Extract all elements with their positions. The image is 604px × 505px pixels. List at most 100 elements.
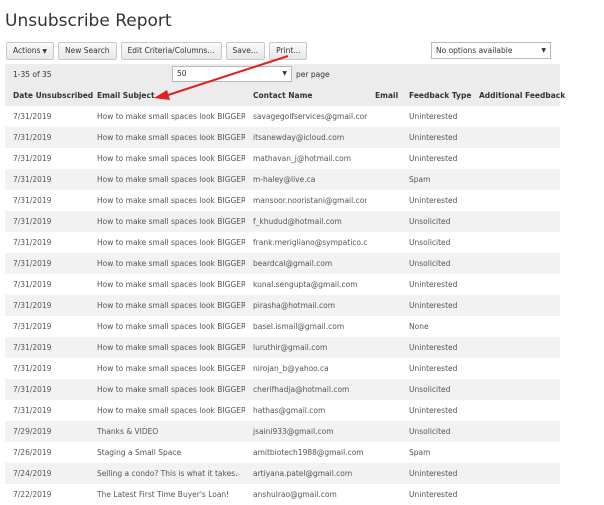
table-row[interactable]: 7/31/2019 How to make small spaces look B… (5, 274, 560, 295)
cell-additional-feedback (471, 274, 560, 295)
cell-feedback-type: Spam (401, 169, 471, 190)
print-button[interactable]: Print... (269, 42, 308, 60)
table-row[interactable]: 7/31/2019 How to make small spaces look B… (5, 106, 560, 127)
column-header-date-unsubscribed[interactable]: Date Unsubscribed (5, 85, 93, 106)
cell-additional-feedback (471, 211, 560, 232)
cell-feedback-type: Unsolicited (401, 211, 471, 232)
table-row[interactable]: 7/31/2019 How to make small spaces look B… (5, 148, 560, 169)
cell-contact-name: frank.merigliano@sympatico.ca (245, 232, 367, 253)
cell-date-unsubscribed: 7/31/2019 (5, 379, 89, 400)
cell-date-unsubscribed: 7/31/2019 (5, 295, 89, 316)
cell-date-unsubscribed: 7/22/2019 (5, 484, 89, 505)
cell-email (367, 358, 401, 379)
cell-contact-name: mansoor.nooristani@gmail.com (245, 190, 367, 211)
cell-email-subject: How to make small spaces look BIGGER! (89, 358, 245, 379)
page-size-select[interactable]: 50 ▼ (172, 66, 292, 82)
column-header-email-subject[interactable]: Email Subject (89, 85, 245, 106)
cell-email (367, 337, 401, 358)
table-row[interactable]: 7/24/2019 Selling a condo? This is what i… (5, 463, 560, 484)
table-row[interactable]: 7/26/2019 Staging a Small Space amitbiotec… (5, 442, 560, 463)
table-row[interactable]: 7/31/2019 How to make small spaces look B… (5, 358, 560, 379)
cell-feedback-type: Uninterested (401, 148, 471, 169)
cell-feedback-type: Unsolicited (401, 232, 471, 253)
cell-additional-feedback (471, 169, 560, 190)
table-row[interactable]: 7/31/2019 How to make small spaces look B… (5, 400, 560, 421)
page-title: Unsubscribe Report (5, 11, 172, 31)
options-select[interactable]: No options available ▼ (431, 42, 551, 59)
cell-date-unsubscribed: 7/31/2019 (5, 358, 89, 379)
table-row[interactable]: 7/31/2019 How to make small spaces look B… (5, 316, 560, 337)
cell-date-unsubscribed: 7/31/2019 (5, 211, 89, 232)
cell-email (367, 484, 401, 505)
table-row[interactable]: 7/31/2019 How to make small spaces look B… (5, 253, 560, 274)
cell-email-subject: Thanks & VIDEO (89, 421, 245, 442)
cell-email-subject: How to make small spaces look BIGGER! (89, 127, 245, 148)
cell-email (367, 316, 401, 337)
edit-criteria-button[interactable]: Edit Criteria/Columns... (120, 42, 222, 60)
cell-email-subject: How to make small spaces look BIGGER! (89, 316, 245, 337)
cell-email-subject: How to make small spaces look BIGGER! (89, 169, 245, 190)
cell-email (367, 106, 401, 127)
cell-additional-feedback (471, 127, 560, 148)
table-row[interactable]: 7/31/2019 How to make small spaces look B… (5, 295, 560, 316)
cell-date-unsubscribed: 7/29/2019 (5, 421, 89, 442)
cell-email-subject: The Latest First Time Buyer's Loan! (89, 484, 245, 505)
cell-email-subject: How to make small spaces look BIGGER! (89, 379, 245, 400)
cell-email (367, 421, 401, 442)
save-button[interactable]: Save... (225, 42, 266, 60)
cell-contact-name: jsaini933@gmail.com (245, 421, 367, 442)
table-row[interactable]: 7/31/2019 How to make small spaces look B… (5, 190, 560, 211)
cell-feedback-type: Unsolicited (401, 379, 471, 400)
pager-bar: 1-35 of 35 50 ▼ per page (5, 64, 560, 85)
cell-feedback-type: Uninterested (401, 400, 471, 421)
column-header-contact-name[interactable]: Contact Name (245, 85, 367, 106)
cell-email-subject: Staging a Small Space (89, 442, 245, 463)
cell-contact-name: itsanewday@icloud.com (245, 127, 367, 148)
table-row[interactable]: 7/31/2019 How to make small spaces look B… (5, 337, 560, 358)
cell-email (367, 211, 401, 232)
new-search-button[interactable]: New Search (58, 42, 117, 60)
cell-email (367, 379, 401, 400)
cell-additional-feedback (471, 421, 560, 442)
table-row[interactable]: 7/29/2019 Thanks & VIDEO jsaini933@gmail.c… (5, 421, 560, 442)
cell-contact-name: basel.ismail@gmail.com (245, 316, 367, 337)
column-header-additional-feedback[interactable]: Additional Feedback (471, 85, 565, 106)
cell-additional-feedback (471, 358, 560, 379)
column-header-email[interactable]: Email (367, 85, 401, 106)
cell-feedback-type: Uninterested (401, 358, 471, 379)
cell-contact-name: amitbiotech1988@gmail.com (245, 442, 367, 463)
cell-email-subject: How to make small spaces look BIGGER! (89, 337, 245, 358)
cell-email (367, 190, 401, 211)
cell-email-subject: How to make small spaces look BIGGER! (89, 232, 245, 253)
report-table: Date Unsubscribed Email Subject Contact … (5, 85, 565, 505)
cell-contact-name: f_khudud@hotmail.com (245, 211, 367, 232)
column-header-feedback-type[interactable]: Feedback Type (401, 85, 471, 106)
caret-down-icon: ▼ (42, 48, 48, 55)
table-row[interactable]: 7/31/2019 How to make small spaces look B… (5, 211, 560, 232)
cell-date-unsubscribed: 7/24/2019 (5, 463, 89, 484)
cell-additional-feedback (471, 337, 560, 358)
table-row[interactable]: 7/31/2019 How to make small spaces look B… (5, 127, 560, 148)
cell-contact-name: artiyana.patel@gmail.com (245, 463, 367, 484)
actions-button[interactable]: Actions ▼ (6, 42, 55, 60)
cell-feedback-type: None (401, 316, 471, 337)
cell-feedback-type: Uninterested (401, 274, 471, 295)
cell-date-unsubscribed: 7/31/2019 (5, 232, 89, 253)
table-row[interactable]: 7/31/2019 How to make small spaces look B… (5, 169, 560, 190)
chevron-down-icon: ▼ (541, 47, 546, 54)
cell-contact-name: anshulrao@gmail.com (245, 484, 367, 505)
cell-feedback-type: Uninterested (401, 463, 471, 484)
toolbar: Actions ▼ New Search Edit Criteria/Column… (6, 42, 308, 60)
cell-email (367, 295, 401, 316)
cell-email-subject: How to make small spaces look BIGGER! (89, 295, 245, 316)
table-row[interactable]: 7/31/2019 How to make small spaces look B… (5, 232, 560, 253)
table-row[interactable]: 7/31/2019 How to make small spaces look B… (5, 379, 560, 400)
cell-email (367, 274, 401, 295)
table-row[interactable]: 7/22/2019 The Latest First Time Buyer's L… (5, 484, 560, 505)
cell-additional-feedback (471, 484, 560, 505)
actions-label: Actions (13, 46, 41, 55)
cell-date-unsubscribed: 7/31/2019 (5, 337, 89, 358)
cell-additional-feedback (471, 148, 560, 169)
cell-feedback-type: Uninterested (401, 127, 471, 148)
options-select-value: No options available (436, 46, 513, 55)
